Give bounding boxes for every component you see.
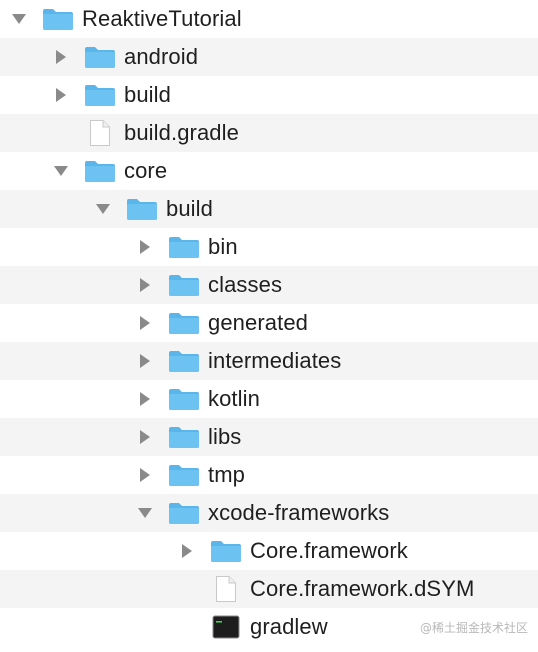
tree-row-build[interactable]: build <box>0 190 538 228</box>
tree-item-label: generated <box>208 310 308 335</box>
folder-icon <box>168 500 200 526</box>
folder-icon <box>126 196 158 222</box>
file-icon <box>210 576 242 602</box>
disclosure-collapsed-icon[interactable] <box>136 314 154 332</box>
folder-icon <box>168 348 200 374</box>
tree-item-label: bin <box>208 234 238 259</box>
tree-item-label: Core.framework <box>250 538 408 563</box>
file-icon <box>84 120 116 146</box>
disclosure-expanded-icon[interactable] <box>136 504 154 522</box>
disclosure-collapsed-icon[interactable] <box>136 466 154 484</box>
tree-row-core[interactable]: core <box>0 152 538 190</box>
tree-row-intermediates[interactable]: intermediates <box>0 342 538 380</box>
tree-item-label: xcode-frameworks <box>208 500 390 525</box>
tree-row-classes[interactable]: classes <box>0 266 538 304</box>
tree-row-core-framework[interactable]: Core.framework <box>0 532 538 570</box>
disclosure-collapsed-icon[interactable] <box>136 352 154 370</box>
disclosure-expanded-icon[interactable] <box>10 10 28 28</box>
disclosure-collapsed-icon[interactable] <box>136 428 154 446</box>
folder-icon <box>168 234 200 260</box>
tree-item-label: android <box>124 44 199 69</box>
disclosure-collapsed-icon[interactable] <box>178 542 196 560</box>
tree-row-core-framework-dsym[interactable]: Core.framework.dSYM <box>0 570 538 608</box>
tree-row-bin[interactable]: bin <box>0 228 538 266</box>
tree-row-xcode-frameworks[interactable]: xcode-frameworks <box>0 494 538 532</box>
disclosure-collapsed-icon[interactable] <box>52 48 70 66</box>
disclosure-collapsed-icon[interactable] <box>52 86 70 104</box>
tree-row-libs[interactable]: libs <box>0 418 538 456</box>
disclosure-collapsed-icon[interactable] <box>136 238 154 256</box>
tree-item-label: build <box>124 82 171 107</box>
tree-row-build[interactable]: build <box>0 76 538 114</box>
disclosure-collapsed-icon[interactable] <box>136 390 154 408</box>
tree-item-label: ReaktiveTutorial <box>82 6 242 31</box>
folder-icon <box>84 158 116 184</box>
disclosure-collapsed-icon[interactable] <box>136 276 154 294</box>
tree-item-label: kotlin <box>208 386 260 411</box>
folder-icon <box>84 82 116 108</box>
terminal-icon <box>210 614 242 640</box>
tree-item-label: core <box>124 158 168 183</box>
tree-item-label: intermediates <box>208 348 342 373</box>
tree-item-label: tmp <box>208 462 245 487</box>
tree-item-label: build.gradle <box>124 120 239 145</box>
folder-icon <box>168 424 200 450</box>
tree-row-kotlin[interactable]: kotlin <box>0 380 538 418</box>
tree-item-label: gradlew <box>250 614 328 639</box>
watermark: @稀土掘金技术社区 <box>419 621 528 635</box>
tree-item-label: build <box>166 196 213 221</box>
folder-icon <box>42 6 74 32</box>
tree-item-label: classes <box>208 272 283 297</box>
tree-row-generated[interactable]: generated <box>0 304 538 342</box>
folder-icon <box>168 272 200 298</box>
tree-row-android[interactable]: android <box>0 38 538 76</box>
disclosure-expanded-icon[interactable] <box>52 162 70 180</box>
tree-item-label: Core.framework.dSYM <box>250 576 475 601</box>
disclosure-expanded-icon[interactable] <box>94 200 112 218</box>
tree-row-tmp[interactable]: tmp <box>0 456 538 494</box>
folder-icon <box>168 462 200 488</box>
tree-row-reaktivetutorial[interactable]: ReaktiveTutorial <box>0 0 538 38</box>
file-tree: ReaktiveTutorial android build build.gra… <box>0 0 538 646</box>
folder-icon <box>168 310 200 336</box>
tree-row-build-gradle[interactable]: build.gradle <box>0 114 538 152</box>
folder-icon <box>84 44 116 70</box>
folder-icon <box>210 538 242 564</box>
folder-icon <box>168 386 200 412</box>
tree-item-label: libs <box>208 424 242 449</box>
